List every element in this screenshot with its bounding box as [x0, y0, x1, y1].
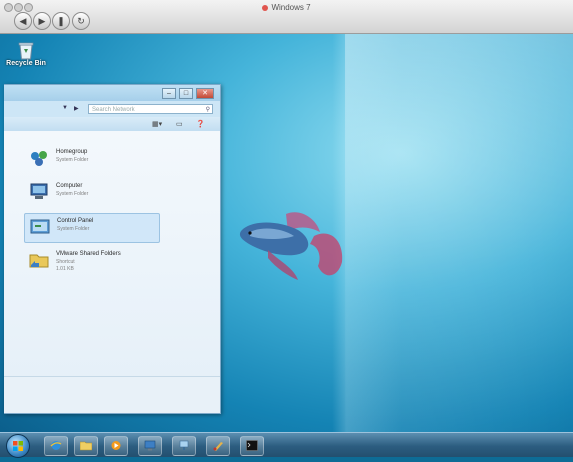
- details-pane: [4, 376, 220, 413]
- item-type: System Folder: [56, 191, 89, 197]
- item-type: System Folder: [56, 157, 89, 163]
- taskbar-network-button[interactable]: [172, 436, 196, 456]
- item-size: 1.01 KB: [56, 266, 74, 272]
- explorer-window[interactable]: – □ ✕ ▼ ▶ Search Network ⚲ ▦▾ ▭ ❓ Homegr…: [4, 84, 221, 414]
- close-button[interactable]: ✕: [196, 88, 214, 99]
- back-button[interactable]: ◀: [14, 12, 32, 30]
- explorer-content: Homegroup System Folder Computer System …: [4, 131, 220, 413]
- maximize-button[interactable]: □: [179, 88, 193, 99]
- wallpaper-light-panel: [345, 34, 573, 432]
- taskbar: [0, 432, 573, 458]
- search-icon: ⚲: [205, 107, 210, 113]
- recycle-bin-icon: [18, 42, 34, 60]
- taskbar-cmd-button[interactable]: [240, 436, 264, 456]
- taskbar-media-player-button[interactable]: [104, 436, 128, 456]
- item-name: VMware Shared Folders: [56, 251, 121, 257]
- help-icon[interactable]: ❓: [196, 120, 205, 128]
- cmd-icon: [246, 440, 258, 451]
- address-dropdown-icon[interactable]: ▼: [62, 105, 68, 111]
- list-item-computer[interactable]: Computer System Folder: [24, 179, 158, 207]
- desktop[interactable]: Recycle Bin – □ ✕ ▼ ▶ Search Network ⚲ ▦…: [0, 34, 573, 432]
- address-bar[interactable]: ▼ ▶ Search Network ⚲: [4, 101, 220, 117]
- network-icon: [179, 440, 189, 450]
- windows-logo-icon: [13, 441, 23, 451]
- remote-desktop-icon: [144, 440, 156, 451]
- host-titlebar: Windows 7 ◀ ▶ ❚ ↻: [0, 0, 573, 34]
- folder-icon: [80, 441, 92, 451]
- list-item-control-panel[interactable]: Control Panel System Folder: [24, 213, 160, 243]
- paint-icon: [213, 442, 223, 451]
- item-type: Shortcut: [56, 259, 75, 265]
- list-item-homegroup[interactable]: Homegroup System Folder: [24, 145, 158, 173]
- explorer-toolbar: ▦▾ ▭ ❓: [4, 117, 220, 132]
- taskbar-paint-button[interactable]: [206, 436, 230, 456]
- pause-button[interactable]: ❚: [52, 12, 70, 30]
- reload-button[interactable]: ↻: [72, 12, 90, 30]
- homegroup-icon: [31, 151, 47, 166]
- item-type: System Folder: [57, 226, 90, 232]
- taskbar-explorer-button[interactable]: [74, 436, 98, 456]
- start-button[interactable]: [6, 434, 30, 458]
- search-input[interactable]: Search Network ⚲: [88, 104, 213, 114]
- view-icon[interactable]: ▦▾: [152, 120, 162, 128]
- desktop-icon-label: Recycle Bin: [6, 60, 46, 67]
- explorer-caption-bar[interactable]: – □ ✕: [4, 85, 220, 101]
- go-arrow-icon[interactable]: ▶: [74, 105, 79, 112]
- preview-pane-icon[interactable]: ▭: [176, 120, 183, 128]
- vm-icon: [262, 4, 269, 11]
- search-placeholder: Search Network: [92, 107, 135, 113]
- media-player-icon: [111, 441, 121, 450]
- item-name: Control Panel: [57, 218, 94, 224]
- minimize-button[interactable]: –: [162, 88, 176, 99]
- taskbar-ie-button[interactable]: [44, 436, 68, 456]
- shared-folders-icon: [29, 254, 49, 268]
- computer-icon: [30, 183, 48, 199]
- betta-fish-wallpaper: [239, 212, 343, 280]
- taskbar-remote-desktop-button[interactable]: [138, 436, 162, 456]
- forward-button[interactable]: ▶: [33, 12, 51, 30]
- control-panel-icon: [30, 219, 50, 234]
- desktop-icon-recycle-bin[interactable]: Recycle Bin: [6, 40, 46, 67]
- host-window-title: Windows 7: [0, 3, 573, 12]
- item-name: Homegroup: [56, 149, 88, 155]
- ie-icon: [50, 441, 62, 450]
- list-item-vmware-shared-folders[interactable]: VMware Shared Folders Shortcut 1.01 KB: [24, 247, 158, 281]
- item-name: Computer: [56, 183, 83, 189]
